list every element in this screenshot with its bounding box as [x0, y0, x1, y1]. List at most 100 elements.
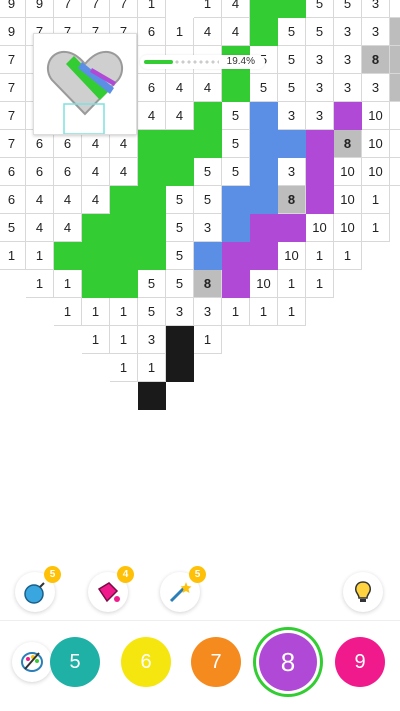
numbered-cell[interactable]: 7	[54, 0, 82, 18]
numbered-cell[interactable]: 7	[0, 102, 26, 130]
numbered-cell[interactable]: 3	[334, 46, 362, 74]
numbered-cell[interactable]: 3	[362, 0, 390, 18]
numbered-cell[interactable]: 3	[138, 326, 166, 354]
numbered-cell[interactable]: 1	[54, 270, 82, 298]
numbered-cell[interactable]: 1	[278, 298, 306, 326]
numbered-cell[interactable]: 1	[110, 354, 138, 382]
numbered-cell[interactable]: 5	[194, 186, 222, 214]
numbered-cell[interactable]: 9	[0, 0, 26, 18]
color-swatch-5[interactable]: 5	[50, 637, 100, 687]
filled-cell[interactable]	[194, 130, 222, 158]
numbered-cell[interactable]: 10	[362, 130, 390, 158]
filled-cell[interactable]	[250, 102, 278, 130]
numbered-cell[interactable]: 1	[362, 214, 390, 242]
numbered-cell[interactable]: 1	[82, 298, 110, 326]
numbered-cell[interactable]: 1	[26, 242, 54, 270]
filled-cell[interactable]	[166, 354, 194, 382]
numbered-cell[interactable]: 3	[278, 102, 306, 130]
numbered-cell[interactable]: 4	[82, 186, 110, 214]
numbered-cell[interactable]: 4	[222, 0, 250, 18]
numbered-cell[interactable]: 1	[390, 102, 400, 130]
numbered-cell[interactable]: 5	[306, 18, 334, 46]
highlighted-cell[interactable]: 8	[194, 270, 222, 298]
numbered-cell[interactable]: 1	[222, 298, 250, 326]
numbered-cell[interactable]: 1	[110, 326, 138, 354]
filled-cell[interactable]	[110, 214, 138, 242]
numbered-cell[interactable]: 7	[110, 0, 138, 18]
numbered-cell[interactable]: 3	[306, 74, 334, 102]
filled-cell[interactable]	[222, 74, 250, 102]
filled-cell[interactable]	[222, 242, 250, 270]
numbered-cell[interactable]: 1	[138, 354, 166, 382]
numbered-cell[interactable]: 5	[278, 18, 306, 46]
numbered-cell[interactable]: 4	[166, 102, 194, 130]
numbered-cell[interactable]: 9	[26, 0, 54, 18]
numbered-cell[interactable]: 5	[278, 74, 306, 102]
color-swatch-9[interactable]: 9	[335, 637, 385, 687]
filled-cell[interactable]	[250, 18, 278, 46]
color-swatch-6[interactable]: 6	[121, 637, 171, 687]
numbered-cell[interactable]: 4	[26, 214, 54, 242]
filled-cell[interactable]	[250, 130, 278, 158]
filled-cell[interactable]	[222, 186, 250, 214]
numbered-cell[interactable]: 10	[334, 186, 362, 214]
numbered-cell[interactable]: 1	[82, 326, 110, 354]
numbered-cell[interactable]: 4	[26, 186, 54, 214]
filled-cell[interactable]	[306, 186, 334, 214]
numbered-cell[interactable]: 1	[362, 186, 390, 214]
numbered-cell[interactable]: 3	[194, 298, 222, 326]
numbered-cell[interactable]: 4	[54, 214, 82, 242]
numbered-cell[interactable]: 6	[138, 74, 166, 102]
filled-cell[interactable]	[82, 214, 110, 242]
numbered-cell[interactable]: 1	[194, 0, 222, 18]
numbered-cell[interactable]: 4	[194, 18, 222, 46]
numbered-cell[interactable]: 1	[110, 298, 138, 326]
numbered-cell[interactable]: 1	[26, 270, 54, 298]
numbered-cell[interactable]: 5	[166, 214, 194, 242]
numbered-cell[interactable]: 1	[390, 130, 400, 158]
highlighted-cell[interactable]: 8	[278, 186, 306, 214]
filled-cell[interactable]	[138, 242, 166, 270]
numbered-cell[interactable]: 5	[306, 0, 334, 18]
numbered-cell[interactable]: 5	[166, 186, 194, 214]
filled-cell[interactable]	[138, 214, 166, 242]
numbered-cell[interactable]: 5	[166, 242, 194, 270]
numbered-cell[interactable]: 3	[166, 298, 194, 326]
hint-button[interactable]	[343, 572, 383, 612]
numbered-cell[interactable]: 10	[362, 102, 390, 130]
numbered-cell[interactable]: 1	[278, 270, 306, 298]
numbered-cell[interactable]: 4	[166, 74, 194, 102]
filled-cell[interactable]	[110, 270, 138, 298]
filled-cell[interactable]	[82, 242, 110, 270]
highlighted-cell[interactable]: 8	[390, 46, 400, 74]
highlighted-cell[interactable]: 8	[334, 130, 362, 158]
numbered-cell[interactable]: 1	[166, 18, 194, 46]
numbered-cell[interactable]: 3	[362, 18, 390, 46]
numbered-cell[interactable]: 10	[306, 214, 334, 242]
numbered-cell[interactable]: 3	[306, 46, 334, 74]
numbered-cell[interactable]: 5	[222, 102, 250, 130]
numbered-cell[interactable]: 3	[334, 74, 362, 102]
numbered-cell[interactable]: 6	[26, 158, 54, 186]
palette-settings-button[interactable]	[12, 642, 52, 682]
filled-cell[interactable]	[194, 102, 222, 130]
filled-cell[interactable]	[54, 242, 82, 270]
numbered-cell[interactable]: 6	[0, 158, 26, 186]
filled-cell[interactable]	[138, 382, 166, 410]
numbered-cell[interactable]: 3	[362, 74, 390, 102]
numbered-cell[interactable]: 1	[54, 298, 82, 326]
numbered-cell[interactable]: 10	[278, 242, 306, 270]
bomb-tool-button[interactable]: 5	[15, 566, 61, 612]
numbered-cell[interactable]: 1	[138, 0, 166, 18]
filled-cell[interactable]	[250, 158, 278, 186]
filled-cell[interactable]	[166, 326, 194, 354]
numbered-cell[interactable]: 4	[110, 158, 138, 186]
numbered-cell[interactable]: 3	[278, 158, 306, 186]
numbered-cell[interactable]: 1	[306, 242, 334, 270]
filled-cell[interactable]	[110, 242, 138, 270]
color-swatch-7[interactable]: 7	[191, 637, 241, 687]
numbered-cell[interactable]: 4	[54, 186, 82, 214]
numbered-cell[interactable]: 5	[166, 270, 194, 298]
numbered-cell[interactable]: 4	[194, 74, 222, 102]
numbered-cell[interactable]: 7	[0, 46, 26, 74]
